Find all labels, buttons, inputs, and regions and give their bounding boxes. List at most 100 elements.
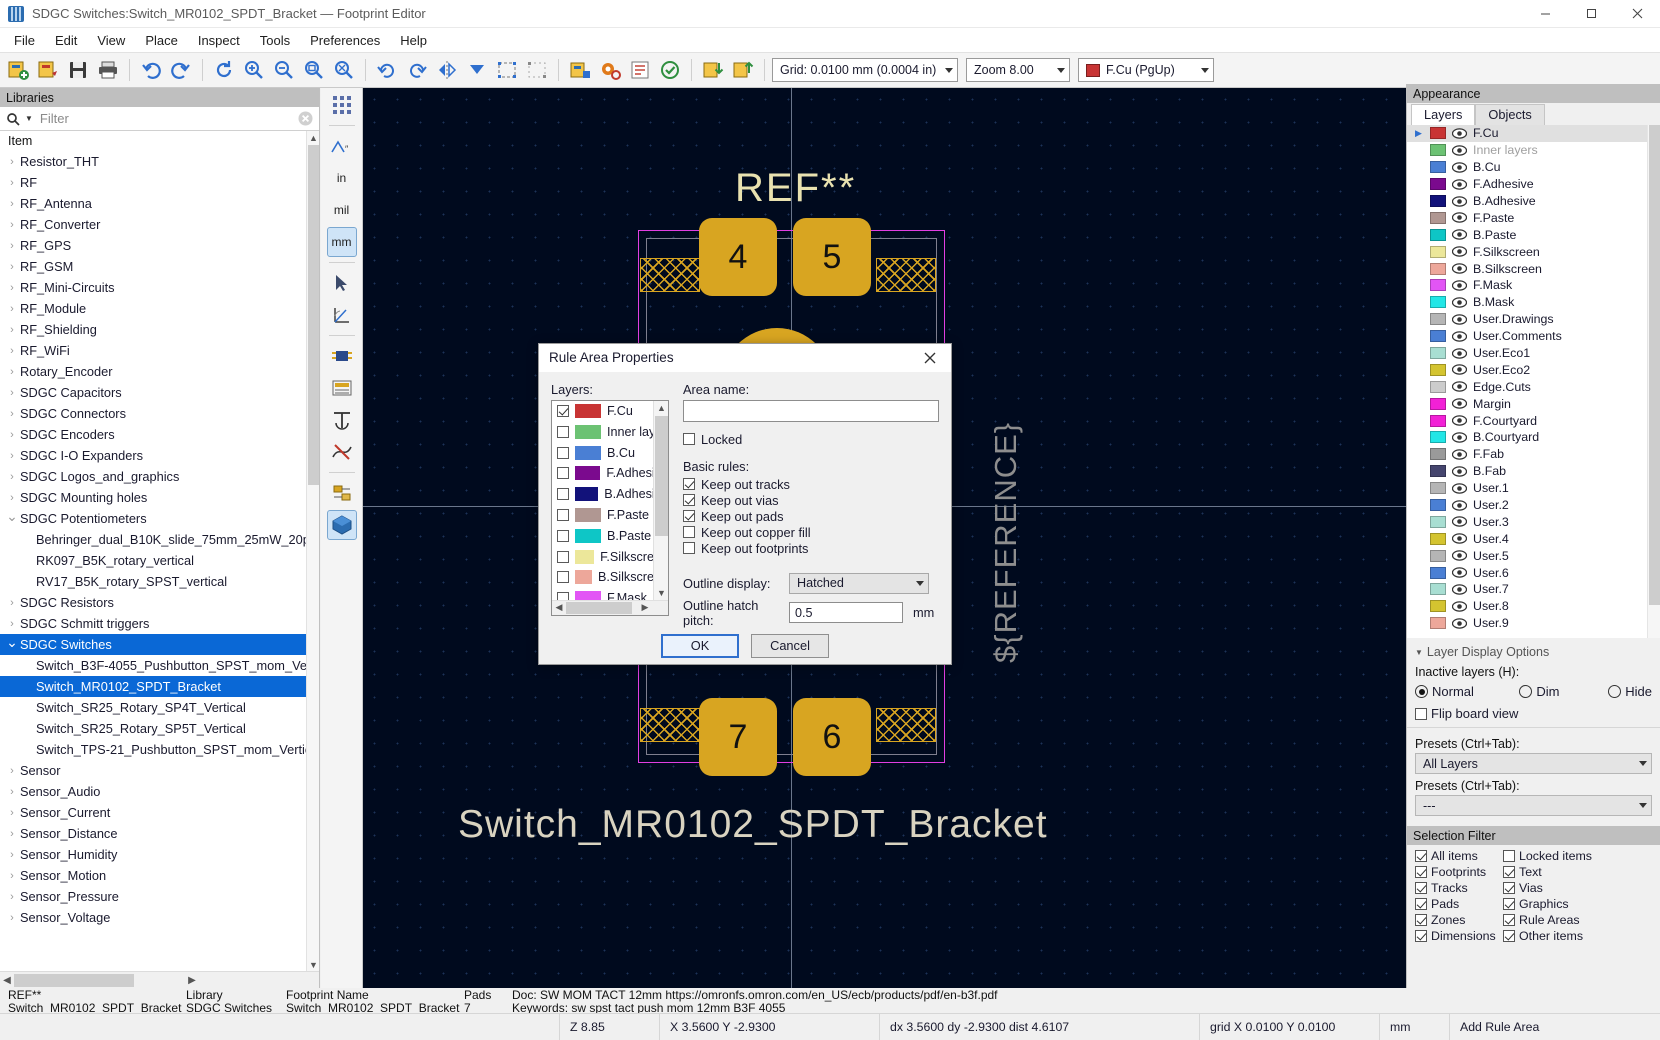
- chevron-down-icon[interactable]: ⌄: [4, 508, 20, 525]
- selection-filter-item[interactable]: Dimensions: [1415, 929, 1503, 943]
- eye-icon[interactable]: [1452, 381, 1467, 392]
- chevron-right-icon[interactable]: ›: [4, 156, 20, 168]
- library-tree-item[interactable]: Behringer_dual_B10K_slide_75mm_25mW_20pc…: [0, 529, 319, 550]
- chevron-right-icon[interactable]: ›: [4, 870, 20, 882]
- layer-row[interactable]: F.Courtyard: [1407, 412, 1660, 429]
- chevron-right-icon[interactable]: ›: [4, 303, 20, 315]
- library-tree-item[interactable]: ›SDGC Connectors: [0, 403, 319, 424]
- layer-row[interactable]: F.Silkscreen: [1407, 243, 1660, 260]
- layer-row[interactable]: User.1: [1407, 480, 1660, 497]
- eye-icon[interactable]: [1452, 246, 1467, 257]
- search-input[interactable]: [38, 110, 293, 127]
- dialog-rule-checkbox[interactable]: Keep out footprints: [683, 541, 939, 556]
- area-name-input[interactable]: [683, 400, 939, 422]
- scroll-down-icon[interactable]: ▼: [655, 586, 668, 600]
- chevron-right-icon[interactable]: ›: [4, 408, 20, 420]
- anchor-icon[interactable]: [327, 405, 357, 435]
- selection-filter-item[interactable]: Vias: [1503, 881, 1652, 895]
- dialog-layer-row[interactable]: B.Cu: [552, 442, 668, 463]
- polar-coordinates-icon[interactable]: [327, 300, 357, 330]
- eye-icon[interactable]: [1452, 432, 1467, 443]
- eye-icon[interactable]: [1452, 618, 1467, 629]
- library-tree-item[interactable]: ›RF_GPS: [0, 235, 319, 256]
- layer-color-swatch[interactable]: [1430, 516, 1446, 528]
- cursor-full-window-icon[interactable]: [327, 268, 357, 298]
- presets-selector-1[interactable]: All Layers: [1415, 753, 1652, 774]
- dialog-layer-checkbox[interactable]: [557, 447, 569, 459]
- flip-board-view-checkbox[interactable]: Flip board view: [1415, 706, 1652, 721]
- minimize-button[interactable]: [1522, 0, 1568, 28]
- dialog-layers-vscrollbar[interactable]: ▲ ▼: [653, 401, 668, 600]
- library-tree-item[interactable]: ›SDGC Schmitt triggers: [0, 613, 319, 634]
- close-icon[interactable]: [917, 345, 943, 371]
- ok-button[interactable]: OK: [661, 634, 739, 658]
- selection-filter-item[interactable]: Footprints: [1415, 865, 1503, 879]
- library-tree-scrollbar[interactable]: ▲ ▼: [306, 131, 319, 971]
- layer-row[interactable]: User.9: [1407, 615, 1660, 632]
- chevron-right-icon[interactable]: ›: [4, 429, 20, 441]
- dialog-layer-checkbox[interactable]: [557, 426, 569, 438]
- dialog-rule-checkbox[interactable]: Keep out copper fill: [683, 525, 939, 540]
- library-tree-item[interactable]: Switch_SR25_Rotary_SP5T_Vertical: [0, 718, 319, 739]
- eye-icon[interactable]: [1452, 263, 1467, 274]
- eye-icon[interactable]: [1452, 196, 1467, 207]
- chevron-right-icon[interactable]: ›: [4, 198, 20, 210]
- eye-icon[interactable]: [1452, 128, 1467, 139]
- eye-icon[interactable]: [1452, 297, 1467, 308]
- dialog-layer-row[interactable]: F.Adhesive: [552, 463, 668, 484]
- radio-hide[interactable]: Hide: [1608, 684, 1652, 699]
- layer-row[interactable]: B.Cu: [1407, 159, 1660, 176]
- library-tree-item[interactable]: ›SDGC Logos_and_graphics: [0, 466, 319, 487]
- chevron-right-icon[interactable]: ›: [4, 219, 20, 231]
- chevron-right-icon[interactable]: ›: [4, 786, 20, 798]
- layer-row[interactable]: User.5: [1407, 547, 1660, 564]
- layer-row[interactable]: F.Mask: [1407, 277, 1660, 294]
- hscrollbar-thumb[interactable]: [566, 602, 632, 614]
- tab-layers[interactable]: Layers: [1411, 104, 1475, 125]
- eye-icon[interactable]: [1452, 466, 1467, 477]
- library-tree-item[interactable]: ›Sensor_Current: [0, 802, 319, 823]
- layer-color-swatch[interactable]: [1430, 533, 1446, 545]
- library-tree-item[interactable]: ›SDGC Capacitors: [0, 382, 319, 403]
- layer-color-swatch[interactable]: [1430, 600, 1446, 612]
- library-tree-item[interactable]: Switch_SR25_Rotary_SP4T_Vertical: [0, 697, 319, 718]
- layer-row[interactable]: User.4: [1407, 530, 1660, 547]
- eye-icon[interactable]: [1452, 601, 1467, 612]
- layer-color-swatch[interactable]: [1430, 482, 1446, 494]
- library-tree-hscrollbar[interactable]: ◀ ▶: [0, 971, 319, 988]
- layer-row[interactable]: User.Eco2: [1407, 361, 1660, 378]
- dialog-layer-row[interactable]: B.Paste: [552, 525, 668, 546]
- eye-icon[interactable]: [1452, 483, 1467, 494]
- layer-color-swatch[interactable]: [1430, 347, 1446, 359]
- eye-icon[interactable]: [1452, 212, 1467, 223]
- new-footprint-icon[interactable]: [4, 56, 32, 84]
- library-tree-item[interactable]: ›RF_Antenna: [0, 193, 319, 214]
- library-tree-item[interactable]: ›RF_Converter: [0, 214, 319, 235]
- library-tree-item[interactable]: ›Sensor_Humidity: [0, 844, 319, 865]
- layer-color-swatch[interactable]: [1430, 330, 1446, 342]
- layer-row[interactable]: F.Paste: [1407, 209, 1660, 226]
- library-tree-item[interactable]: ›RF_WiFi: [0, 340, 319, 361]
- selection-filter-item[interactable]: Rule Areas: [1503, 913, 1652, 927]
- layer-row[interactable]: B.Adhesive: [1407, 193, 1660, 210]
- dialog-layers-hscrollbar[interactable]: ◀ ▶: [552, 600, 668, 615]
- layer-selector[interactable]: F.Cu (PgUp): [1078, 58, 1214, 82]
- chevron-right-icon[interactable]: ›: [4, 366, 20, 378]
- chevron-down-icon[interactable]: ⌄: [4, 634, 20, 651]
- dialog-layer-checkbox[interactable]: [557, 488, 569, 500]
- layer-color-swatch[interactable]: [1430, 246, 1446, 258]
- layer-row[interactable]: B.Silkscreen: [1407, 260, 1660, 277]
- library-tree-item[interactable]: ›RF: [0, 172, 319, 193]
- eye-icon[interactable]: [1452, 145, 1467, 156]
- library-tree-item[interactable]: ›RF_Module: [0, 298, 319, 319]
- menu-tools[interactable]: Tools: [250, 30, 300, 51]
- library-tree[interactable]: Item ›Resistor_THT›RF›RF_Antenna›RF_Conv…: [0, 131, 319, 971]
- pad-properties-icon[interactable]: [596, 56, 624, 84]
- layer-row[interactable]: Inner layers: [1407, 142, 1660, 159]
- layer-color-swatch[interactable]: [1430, 550, 1446, 562]
- refresh-icon[interactable]: [210, 56, 238, 84]
- library-tree-item[interactable]: ›RF_Shielding: [0, 319, 319, 340]
- library-tree-item[interactable]: ›SDGC I-O Expanders: [0, 445, 319, 466]
- selection-filter-item[interactable]: All items: [1415, 849, 1503, 863]
- outline-display-selector[interactable]: Hatched: [789, 573, 929, 594]
